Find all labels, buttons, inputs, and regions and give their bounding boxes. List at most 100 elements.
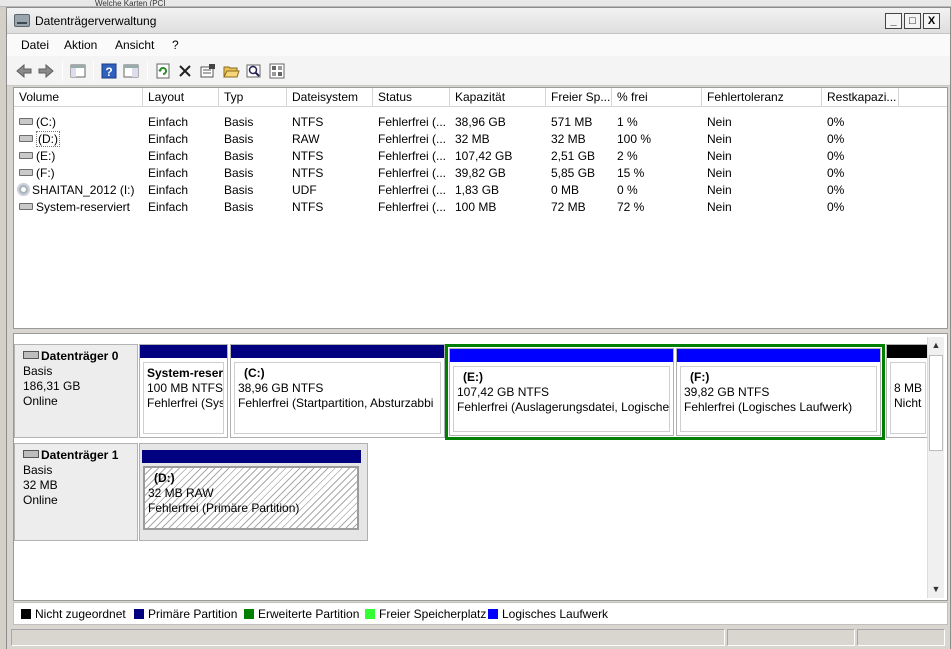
scroll-down-button[interactable]: ▼ bbox=[928, 581, 944, 598]
table-row[interactable]: (E:) Einfach Basis NTFS Fehlerfrei (... … bbox=[14, 148, 947, 165]
svg-text:?: ? bbox=[105, 65, 112, 79]
menu-ansicht[interactable]: Ansicht bbox=[115, 38, 154, 52]
disk-0-label[interactable]: Datenträger 0 Basis 186,31 GB Online bbox=[14, 344, 138, 438]
column-header-freier-speicher[interactable]: Freier Sp... bbox=[546, 88, 612, 107]
window-title: Datenträgerverwaltung bbox=[35, 14, 157, 28]
unallocated-bar bbox=[887, 345, 929, 358]
partition-c[interactable]: (C:) 38,96 GB NTFS Fehlerfrei (Startpart… bbox=[230, 344, 445, 438]
help-icon[interactable]: ? bbox=[100, 62, 118, 80]
properties-icon[interactable] bbox=[199, 62, 217, 80]
partition-status: Fehlerfrei (Primäre Partition) bbox=[148, 501, 300, 515]
close-button[interactable]: X bbox=[923, 13, 940, 29]
column-header-volume[interactable]: Volume bbox=[14, 88, 143, 107]
partition-status: Fehlerfrei (Startpartition, Absturzabbi bbox=[238, 396, 434, 410]
maximize-button[interactable]: □ bbox=[904, 13, 921, 29]
menu-help[interactable]: ? bbox=[172, 38, 179, 52]
partition-name: (E:) bbox=[463, 370, 483, 384]
partition-system-reserved[interactable]: System-reser 100 MB NTFS Fehlerfrei (Sys… bbox=[139, 344, 228, 438]
percent-free-cell: 2 % bbox=[617, 149, 638, 163]
disk-state: Online bbox=[23, 493, 58, 507]
scroll-thumb[interactable] bbox=[929, 355, 943, 451]
overhead-cell: 0% bbox=[827, 200, 845, 214]
disk-1-label[interactable]: Datenträger 1 Basis 32 MB Online bbox=[14, 443, 138, 541]
hard-drive-icon bbox=[19, 152, 33, 160]
partition-size: 100 MB NTFS bbox=[147, 381, 224, 395]
hard-drive-icon bbox=[19, 203, 33, 211]
menu-datei[interactable]: Datei bbox=[21, 38, 49, 52]
free-space-cell: 72 MB bbox=[551, 200, 586, 214]
table-row[interactable]: (C:) Einfach Basis NTFS Fehlerfrei (... … bbox=[14, 114, 947, 131]
column-header-kapazitaet[interactable]: Kapazität bbox=[450, 88, 546, 107]
legend-swatch-free bbox=[365, 609, 375, 619]
partition-f[interactable]: (F:) 39,82 GB NTFS Fehlerfrei (Logisches… bbox=[676, 348, 881, 436]
typ-cell: Basis bbox=[224, 200, 254, 214]
capacity-cell: 38,96 GB bbox=[455, 115, 506, 129]
partition-name: System-reser bbox=[147, 366, 224, 380]
filesystem-cell: NTFS bbox=[292, 149, 324, 163]
forward-arrow-icon[interactable] bbox=[37, 62, 55, 80]
legend-label-unallocated: Nicht zugeordnet bbox=[35, 607, 126, 621]
console-tree-icon[interactable] bbox=[69, 62, 87, 80]
back-arrow-icon[interactable] bbox=[15, 62, 33, 80]
status-bar bbox=[7, 625, 950, 649]
column-header-restkapazitaet[interactable]: Restkapazi... bbox=[822, 88, 899, 107]
column-header-status[interactable]: Status bbox=[373, 88, 450, 107]
filesystem-cell: RAW bbox=[292, 132, 320, 146]
partition-body: (D:) 32 MB RAW Fehlerfrei (Primäre Parti… bbox=[143, 466, 359, 530]
column-header-dateisystem[interactable]: Dateisystem bbox=[287, 88, 373, 107]
capacity-cell: 100 MB bbox=[455, 200, 497, 214]
free-space-cell: 5,85 GB bbox=[551, 166, 596, 180]
layout-cell: Einfach bbox=[148, 183, 189, 197]
column-header-typ[interactable]: Typ bbox=[219, 88, 287, 107]
extended-partition[interactable]: (E:) 107,42 GB NTFS Fehlerfrei (Auslager… bbox=[445, 344, 885, 440]
hard-drive-icon bbox=[19, 118, 33, 126]
column-header-layout[interactable]: Layout bbox=[143, 88, 219, 107]
status-cell: Fehlerfrei (... bbox=[378, 183, 447, 197]
volume-name: (F:) bbox=[36, 166, 55, 180]
disk-type: Basis bbox=[23, 463, 53, 477]
partition-e[interactable]: (E:) 107,42 GB NTFS Fehlerfrei (Auslager… bbox=[449, 348, 674, 436]
partition-status: Nicht bbox=[894, 396, 922, 410]
menu-aktion[interactable]: Aktion bbox=[64, 38, 97, 52]
search-icon[interactable] bbox=[245, 62, 263, 80]
toolbar-separator bbox=[93, 61, 94, 81]
layout-cell: Einfach bbox=[148, 166, 189, 180]
legend-swatch-unallocated bbox=[21, 609, 31, 619]
settings-icon[interactable] bbox=[268, 62, 286, 80]
partition-status: Fehlerfrei (Syst bbox=[147, 396, 224, 410]
legend-label-free: Freier Speicherplatz bbox=[379, 607, 487, 621]
status-cell: Fehlerfrei (... bbox=[378, 166, 447, 180]
partition-status: Fehlerfrei (Auslagerungsdatei, Logisches bbox=[457, 400, 670, 414]
toolbar-separator bbox=[62, 61, 63, 81]
refresh-icon[interactable] bbox=[154, 62, 172, 80]
scroll-up-button[interactable]: ▲ bbox=[928, 337, 944, 354]
partition-d[interactable]: (D:) 32 MB RAW Fehlerfrei (Primäre Parti… bbox=[139, 443, 368, 541]
status-cell: Fehlerfrei (... bbox=[378, 200, 447, 214]
fault-tolerance-cell: Nein bbox=[707, 132, 732, 146]
typ-cell: Basis bbox=[224, 149, 254, 163]
volume-list: Volume Layout Typ Dateisystem Status Kap… bbox=[13, 87, 948, 329]
table-row[interactable]: (F:) Einfach Basis NTFS Fehlerfrei (... … bbox=[14, 165, 947, 182]
partition-body: (F:) 39,82 GB NTFS Fehlerfrei (Logisches… bbox=[680, 366, 877, 432]
disk-name: Datenträger 1 bbox=[41, 448, 119, 462]
filesystem-cell: NTFS bbox=[292, 200, 324, 214]
open-folder-icon[interactable] bbox=[222, 62, 240, 80]
partition-unallocated[interactable]: 8 MB Nicht bbox=[886, 344, 930, 438]
capacity-cell: 32 MB bbox=[455, 132, 490, 146]
typ-cell: Basis bbox=[224, 115, 254, 129]
minimize-button[interactable]: _ bbox=[885, 13, 902, 29]
status-panel-2 bbox=[727, 629, 855, 646]
delete-icon[interactable] bbox=[176, 62, 194, 80]
table-row[interactable]: System-reserviert Einfach Basis NTFS Feh… bbox=[14, 199, 947, 216]
title-bar[interactable]: Datenträgerverwaltung _ □ X bbox=[7, 8, 950, 34]
column-header-fehlertoleranz[interactable]: Fehlertoleranz bbox=[702, 88, 822, 107]
column-header-prozent-frei[interactable]: % frei bbox=[612, 88, 702, 107]
table-row[interactable]: (D:) Einfach Basis RAW Fehlerfrei (... 3… bbox=[14, 131, 947, 148]
partition-body: System-reser 100 MB NTFS Fehlerfrei (Sys… bbox=[143, 362, 224, 434]
partition-size: 39,82 GB NTFS bbox=[684, 385, 770, 399]
disk-pane-scrollbar[interactable]: ▲ ▼ bbox=[927, 337, 944, 598]
menu-bar: Datei Aktion Ansicht ? bbox=[7, 34, 950, 56]
status-cell: Fehlerfrei (... bbox=[378, 149, 447, 163]
properties-view-icon[interactable] bbox=[122, 62, 140, 80]
table-row[interactable]: SHAITAN_2012 (I:) Einfach Basis UDF Fehl… bbox=[14, 182, 947, 199]
